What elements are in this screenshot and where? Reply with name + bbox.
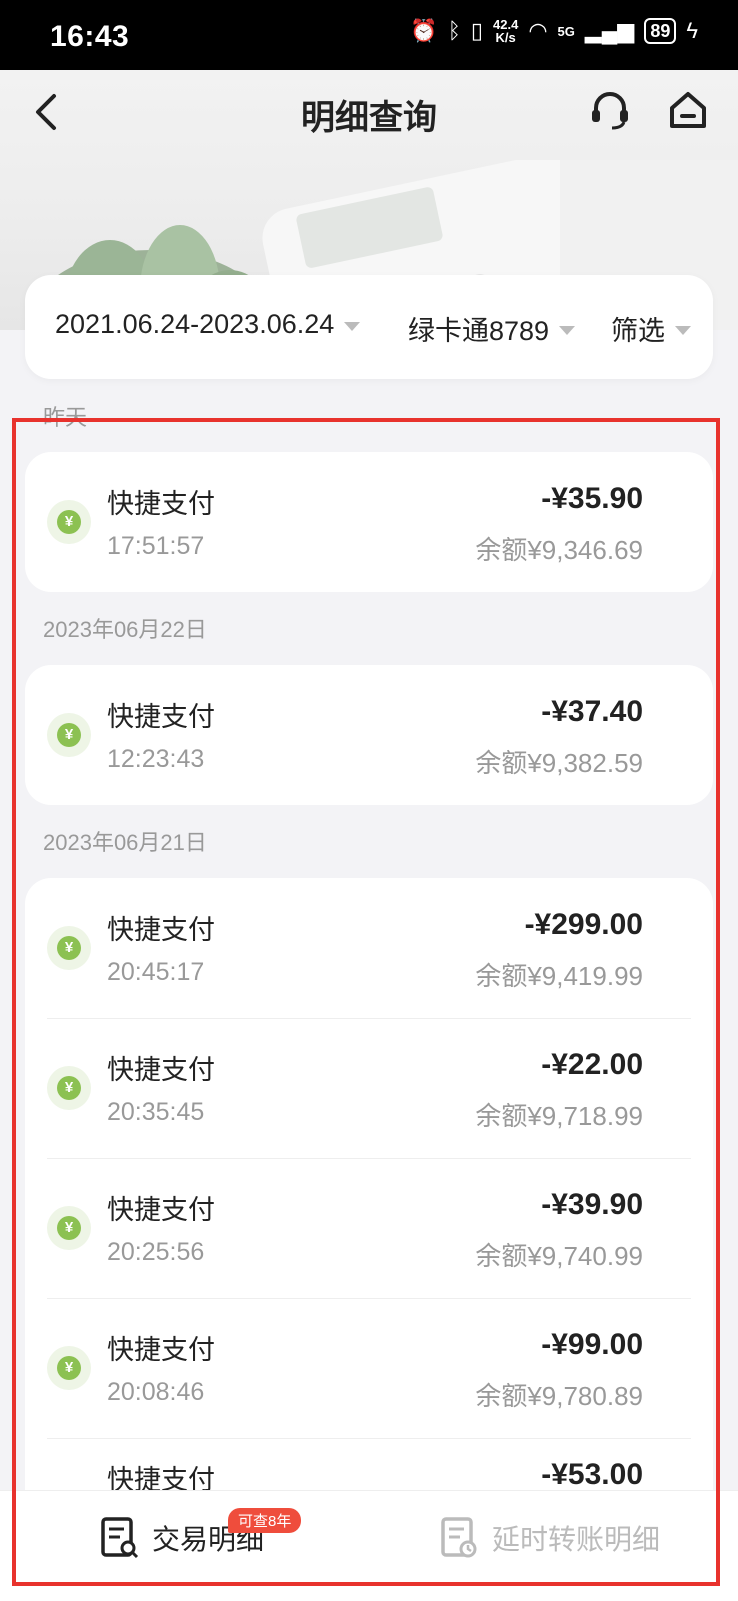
transaction-time: 20:45:17	[107, 958, 205, 986]
transaction-amount: -¥35.90	[541, 482, 643, 515]
transaction-balance: 余额¥9,740.99	[475, 1241, 643, 1271]
years-badge: 可查8年	[228, 1508, 302, 1533]
net-speed-unit: K/s	[495, 30, 516, 45]
card-filter[interactable]: 绿卡通8789	[408, 309, 576, 348]
wifi-icon: ◠	[528, 18, 548, 43]
transaction-row[interactable]: ¥ 快捷支付 20:45:17 -¥299.00 余额¥9,419.99	[25, 878, 713, 1018]
headset-icon[interactable]	[588, 88, 632, 132]
tab-transaction-detail[interactable]: 交易明细 可查8年	[100, 1508, 302, 1560]
transaction-amount: -¥37.40	[541, 695, 643, 728]
transaction-name: 快捷支付	[107, 702, 215, 732]
transaction-row[interactable]: 快捷支付 -¥53.00	[25, 1448, 713, 1490]
transaction-name: 快捷支付	[107, 489, 215, 519]
net-speed: 42.4 K/s	[493, 18, 518, 44]
transaction-time: 20:25:56	[107, 1238, 205, 1266]
transaction-balance: 余额¥9,419.99	[475, 961, 643, 991]
transaction-time: 20:08:46	[107, 1378, 205, 1406]
card-label: 绿卡通8789	[408, 316, 550, 346]
date-range-filter[interactable]: 2021.06.24-2023.06.24	[55, 309, 361, 340]
tab-delayed-transfer-label: 延时转账明细	[492, 1524, 661, 1555]
filter-bar: 2021.06.24-2023.06.24 绿卡通8789 筛选	[25, 275, 713, 379]
chevron-down-icon	[675, 326, 691, 335]
payment-icon: ¥	[47, 500, 91, 544]
transaction-row[interactable]: ¥ 快捷支付 12:23:43 -¥37.40 余额¥9,382.59	[25, 665, 713, 805]
transaction-balance: 余额¥9,780.89	[475, 1381, 643, 1411]
status-time: 16:43	[50, 20, 130, 53]
transaction-time: 17:51:57	[107, 532, 205, 560]
payment-icon: ¥	[47, 713, 91, 757]
transaction-time: 12:23:43	[107, 745, 205, 773]
transaction-amount: -¥22.00	[541, 1048, 643, 1081]
network-type: 5G	[557, 23, 575, 39]
payment-icon: ¥	[47, 1346, 91, 1390]
transaction-row[interactable]: ¥ 快捷支付 17:51:57 -¥35.90 余额¥9,346.69	[25, 452, 713, 592]
transaction-card: ¥ 快捷支付 17:51:57 -¥35.90 余额¥9,346.69	[25, 452, 713, 592]
date-range-label: 2021.06.24-2023.06.24	[55, 309, 335, 339]
transaction-amount: -¥99.00	[541, 1328, 643, 1361]
status-icons: ⏰ ᛒ ▯ 42.4 K/s ◠ 5G ▂▄▆ 89 ϟ	[410, 18, 698, 44]
date-group-label: 昨天	[43, 405, 88, 430]
tab-delayed-transfer[interactable]: 延时转账明细	[440, 1516, 660, 1560]
filter-label: 筛选	[611, 316, 665, 346]
battery-icon: 89	[644, 18, 677, 44]
status-bar: 16:43 ⏰ ᛒ ▯ 42.4 K/s ◠ 5G ▂▄▆ 89 ϟ	[0, 0, 738, 70]
payment-icon: ¥	[47, 1206, 91, 1250]
transaction-row[interactable]: ¥ 快捷支付 20:25:56 -¥39.90 余额¥9,740.99	[25, 1158, 713, 1298]
date-group-label: 2023年06月21日	[43, 830, 207, 855]
document-clock-icon	[441, 1517, 477, 1558]
alarm-icon: ⏰	[410, 18, 438, 43]
bottom-tab-bar: 交易明细 可查8年 延时转账明细	[0, 1490, 738, 1601]
document-search-icon	[101, 1517, 139, 1559]
transaction-name: 快捷支付	[107, 1055, 215, 1085]
vibrate-icon: ▯	[470, 18, 484, 43]
signal-icon: ▂▄▆	[584, 18, 635, 43]
transaction-name: 快捷支付	[107, 1465, 215, 1490]
bluetooth-icon: ᛒ	[447, 18, 461, 43]
transaction-name: 快捷支付	[107, 915, 215, 945]
charging-icon: ϟ	[686, 18, 698, 43]
transaction-card: ¥ 快捷支付 12:23:43 -¥37.40 余额¥9,382.59	[25, 665, 713, 805]
transaction-amount: -¥53.00	[541, 1458, 643, 1490]
chevron-down-icon	[344, 322, 361, 331]
date-group-label: 2023年06月22日	[43, 617, 207, 642]
chevron-down-icon	[559, 326, 576, 335]
transaction-row[interactable]: ¥ 快捷支付 20:35:45 -¥22.00 余额¥9,718.99	[25, 1018, 713, 1158]
divider	[47, 1438, 691, 1439]
transaction-amount: -¥39.90	[541, 1188, 643, 1221]
transaction-row[interactable]: ¥ 快捷支付 20:08:46 -¥99.00 余额¥9,780.89	[25, 1298, 713, 1438]
payment-icon: ¥	[47, 1066, 91, 1110]
transaction-name: 快捷支付	[107, 1335, 215, 1365]
transaction-balance: 余额¥9,718.99	[475, 1101, 643, 1131]
payment-icon: ¥	[47, 926, 91, 970]
transaction-balance: 余额¥9,346.69	[475, 535, 643, 565]
transaction-name: 快捷支付	[107, 1195, 215, 1225]
home-icon[interactable]	[666, 88, 710, 132]
transaction-time: 20:35:45	[107, 1098, 205, 1126]
screen-filter[interactable]: 筛选	[611, 309, 691, 348]
transaction-card: ¥ 快捷支付 20:45:17 -¥299.00 余额¥9,419.99 ¥ 快…	[25, 878, 713, 1490]
transaction-amount: -¥299.00	[524, 908, 643, 941]
transaction-balance: 余额¥9,382.59	[475, 748, 643, 778]
